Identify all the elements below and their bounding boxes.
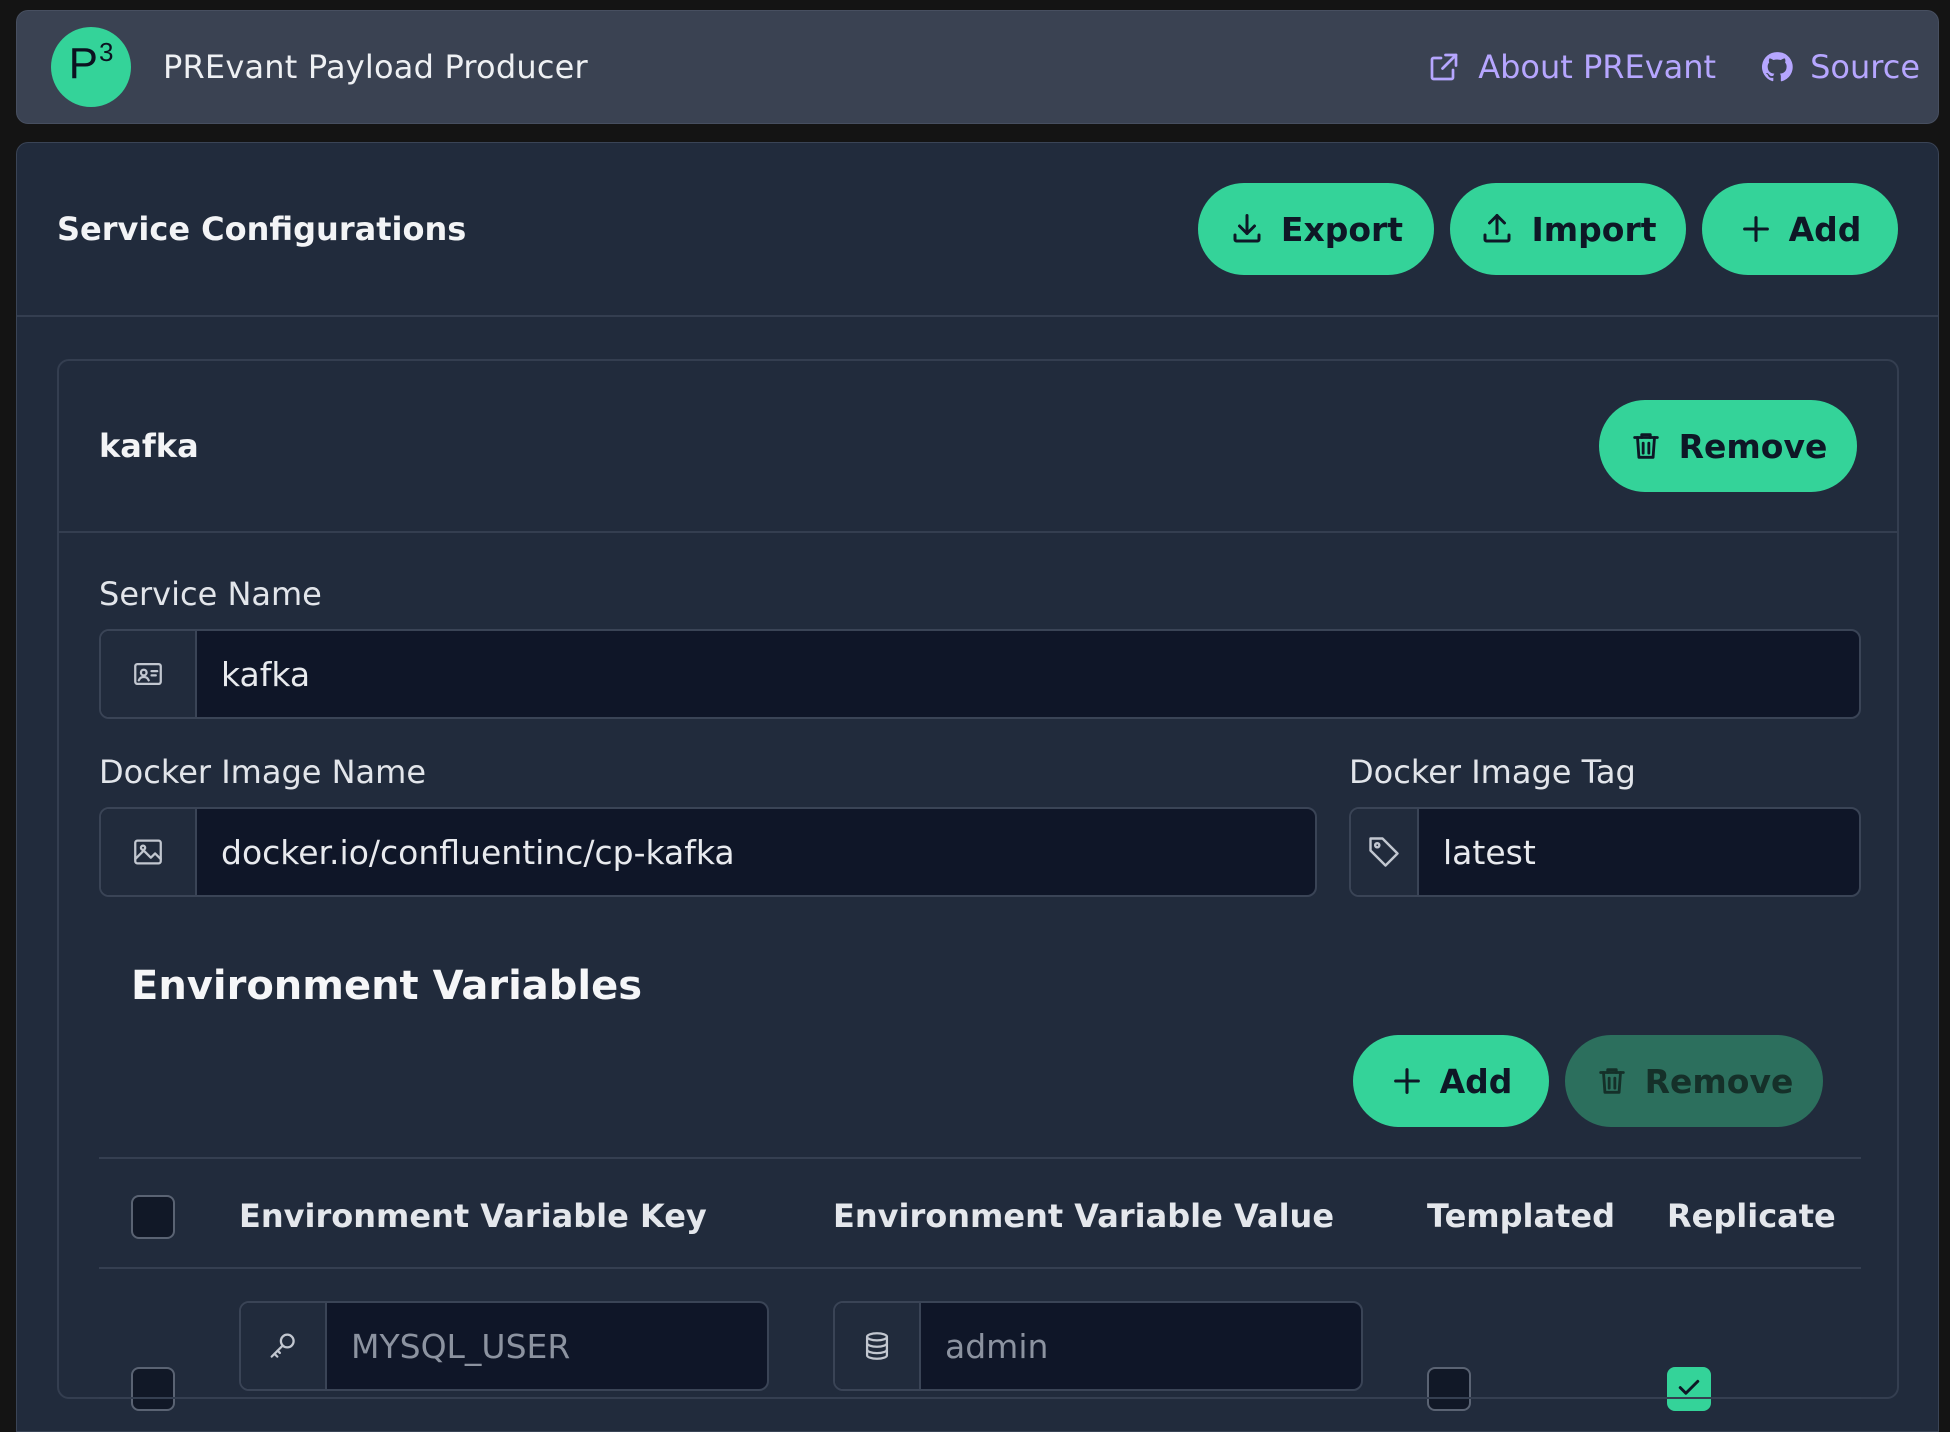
logo-superscript: 3 [98,37,114,67]
image-tag-field [1349,807,1861,897]
remove-service-label: Remove [1678,426,1828,466]
row-select-checkbox[interactable] [131,1367,175,1411]
tag-icon [1351,809,1419,895]
service-name-input[interactable] [197,631,1859,717]
id-card-icon [101,631,197,717]
service-card-title: kafka [99,427,199,465]
service-configurations-panel: Service Configurations Export Import Add… [16,142,1939,1432]
select-all-checkbox[interactable] [131,1195,175,1239]
plus-icon [1739,212,1773,246]
panel-actions: Export Import Add [1198,183,1898,275]
app-title: PREvant Payload Producer [163,48,588,86]
nav-links: About PREvant Source [1426,48,1920,86]
remove-service-button[interactable]: Remove [1599,400,1857,492]
env-key-field [239,1301,769,1391]
export-label: Export [1280,209,1404,249]
remove-env-label: Remove [1644,1061,1794,1101]
table-row-divider [99,1397,1861,1399]
about-prevant-label: About PREvant [1478,48,1717,86]
env-key-input[interactable] [327,1303,767,1389]
table-header-divider [99,1267,1861,1269]
image-tag-input[interactable] [1419,809,1859,895]
app-logo[interactable]: P3 [51,27,131,107]
trash-icon [1629,429,1663,463]
external-link-icon [1426,49,1462,85]
panel-title: Service Configurations [57,210,467,248]
checkmark-icon [1674,1372,1704,1406]
top-navbar: P3 PREvant Payload Producer About PREvan… [16,10,1939,124]
service-name-label: Service Name [99,575,322,613]
table-top-divider [99,1157,1861,1159]
column-header-value: Environment Variable Value [833,1197,1335,1235]
service-card: kafka Remove Service Name Docker Image N [57,359,1899,1411]
import-label: Import [1531,209,1657,249]
image-name-field [99,807,1317,897]
source-link[interactable]: Source [1760,48,1920,86]
trash-icon [1595,1064,1629,1098]
upload-icon [1479,211,1515,247]
env-value-input[interactable] [921,1303,1361,1389]
source-label: Source [1810,48,1920,86]
column-header-key: Environment Variable Key [239,1197,707,1235]
panel-header: Service Configurations Export Import Add [17,143,1938,317]
add-env-label: Add [1439,1061,1513,1101]
column-header-replicate: Replicate [1667,1197,1836,1235]
image-name-label: Docker Image Name [99,753,427,791]
export-button[interactable]: Export [1198,183,1434,275]
image-name-input[interactable] [197,809,1315,895]
about-prevant-link[interactable]: About PREvant [1426,48,1716,86]
download-icon [1229,211,1265,247]
plus-icon [1390,1064,1424,1098]
column-header-templated: Templated [1427,1197,1615,1235]
service-name-field [99,629,1861,719]
templated-checkbox[interactable] [1427,1367,1471,1411]
key-icon [241,1303,327,1389]
import-button[interactable]: Import [1450,183,1686,275]
image-icon [101,809,197,895]
add-service-button[interactable]: Add [1702,183,1898,275]
image-tag-label: Docker Image Tag [1349,753,1636,791]
env-section-title: Environment Variables [131,963,643,1009]
github-icon [1760,50,1794,84]
remove-env-button[interactable]: Remove [1565,1035,1823,1127]
database-icon [835,1303,921,1389]
add-label: Add [1788,209,1862,249]
logo-letter: P [68,39,98,88]
service-card-header: kafka Remove [59,361,1897,533]
env-value-field [833,1301,1363,1391]
add-env-button[interactable]: Add [1353,1035,1549,1127]
replicate-checkbox[interactable] [1667,1367,1711,1411]
